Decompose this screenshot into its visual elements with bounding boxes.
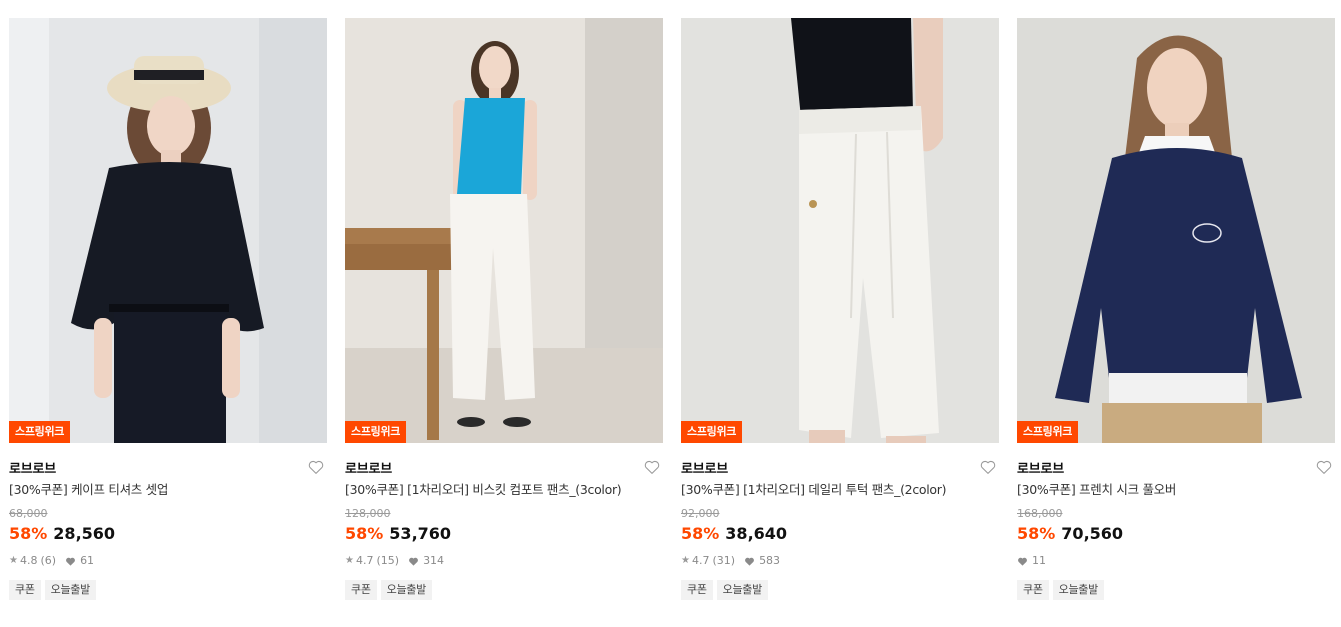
product-name[interactable]: [30%쿠폰] [1차리오더] 데일리 투턱 팬츠_(2color) bbox=[681, 481, 999, 499]
original-price: 168,000 bbox=[1017, 507, 1063, 520]
sale-price: 70,560 bbox=[1061, 524, 1124, 543]
product-meta: ★ 4.8 (6) 61 bbox=[9, 554, 327, 568]
heart-outline-icon[interactable] bbox=[643, 458, 661, 476]
brand-name[interactable]: 로브로브 bbox=[9, 462, 56, 477]
product-photo bbox=[345, 18, 663, 443]
product-photo bbox=[1017, 18, 1335, 443]
rating-value: 4.8 bbox=[19, 554, 38, 567]
heart-outline-icon[interactable] bbox=[1315, 458, 1333, 476]
heart-filled-icon bbox=[409, 557, 418, 566]
original-price: 68,000 bbox=[9, 507, 48, 520]
sale-price: 53,760 bbox=[389, 524, 452, 543]
product-card[interactable]: 스프링위크 로브로브 [30%쿠폰] [1차리오더] 데일리 투턱 팬츠_(2c… bbox=[681, 18, 999, 600]
star-icon: ★ bbox=[9, 555, 18, 566]
discount-rate: 58% bbox=[1017, 524, 1056, 543]
discount-rate: 58% bbox=[9, 524, 48, 543]
review-count: (6) bbox=[40, 554, 57, 567]
tag-list: 쿠폰 오늘출발 bbox=[1017, 580, 1335, 600]
product-name[interactable]: [30%쿠폰] [1차리오더] 비스킷 컴포트 팬츠_(3color) bbox=[345, 481, 663, 499]
product-meta: ★ 4.7 (15) 314 bbox=[345, 554, 663, 568]
original-price: 128,000 bbox=[345, 507, 391, 520]
sale-price: 38,640 bbox=[725, 524, 788, 543]
heart-filled-icon bbox=[745, 557, 754, 566]
product-name[interactable]: [30%쿠폰] 케이프 티셔츠 셋업 bbox=[9, 481, 327, 499]
tag-list: 쿠폰 오늘출발 bbox=[345, 580, 663, 600]
heart-filled-icon bbox=[66, 557, 75, 566]
promo-badge: 스프링위크 bbox=[681, 421, 743, 443]
like-count: 11 bbox=[1032, 554, 1046, 567]
brand-name[interactable]: 로브로브 bbox=[681, 462, 728, 477]
product-card[interactable]: 스프링위크 로브로브 [30%쿠폰] 프렌치 시크 풀오버 168,000 58… bbox=[1017, 18, 1335, 600]
brand-name[interactable]: 로브로브 bbox=[1017, 462, 1064, 477]
product-image[interactable]: 스프링위크 bbox=[1017, 18, 1335, 443]
heart-outline-icon[interactable] bbox=[979, 458, 997, 476]
like-count: 583 bbox=[759, 554, 781, 567]
brand-name[interactable]: 로브로브 bbox=[345, 462, 392, 477]
review-count: (15) bbox=[376, 554, 400, 567]
product-card[interactable]: 스프링위크 로브로브 [30%쿠폰] [1차리오더] 비스킷 컴포트 팬츠_(3… bbox=[345, 18, 663, 600]
review-count: (31) bbox=[712, 554, 736, 567]
original-price: 92,000 bbox=[681, 507, 720, 520]
tag-coupon: 쿠폰 bbox=[345, 580, 377, 600]
product-photo bbox=[681, 18, 999, 443]
heart-filled-icon bbox=[1018, 557, 1027, 566]
product-image[interactable]: 스프링위크 bbox=[9, 18, 327, 443]
product-meta: ★ 4.7 (31) 583 bbox=[681, 554, 999, 568]
tag-today-shipping: 오늘출발 bbox=[380, 580, 432, 600]
promo-badge: 스프링위크 bbox=[345, 421, 407, 443]
product-card[interactable]: 스프링위크 로브로브 [30%쿠폰] 케이프 티셔츠 셋업 68,000 58%… bbox=[9, 18, 327, 600]
tag-list: 쿠폰 오늘출발 bbox=[9, 580, 327, 600]
product-image[interactable]: 스프링위크 bbox=[345, 18, 663, 443]
discount-rate: 58% bbox=[345, 524, 384, 543]
promo-badge: 스프링위크 bbox=[1017, 421, 1079, 443]
tag-today-shipping: 오늘출발 bbox=[716, 580, 768, 600]
star-icon: ★ bbox=[345, 555, 354, 566]
rating-value: 4.7 bbox=[691, 554, 710, 567]
tag-coupon: 쿠폰 bbox=[681, 580, 713, 600]
discount-rate: 58% bbox=[681, 524, 720, 543]
sale-price: 28,560 bbox=[53, 524, 116, 543]
tag-today-shipping: 오늘출발 bbox=[1052, 580, 1104, 600]
promo-badge: 스프링위크 bbox=[9, 421, 71, 443]
star-icon: ★ bbox=[681, 555, 690, 566]
tag-list: 쿠폰 오늘출발 bbox=[681, 580, 999, 600]
tag-today-shipping: 오늘출발 bbox=[44, 580, 96, 600]
product-photo bbox=[9, 18, 327, 443]
product-image[interactable]: 스프링위크 bbox=[681, 18, 999, 443]
heart-outline-icon[interactable] bbox=[307, 458, 325, 476]
tag-coupon: 쿠폰 bbox=[9, 580, 41, 600]
tag-coupon: 쿠폰 bbox=[1017, 580, 1049, 600]
like-count: 61 bbox=[80, 554, 95, 567]
product-grid: 스프링위크 로브로브 [30%쿠폰] 케이프 티셔츠 셋업 68,000 58%… bbox=[0, 0, 1341, 627]
product-meta: 11 bbox=[1017, 554, 1335, 568]
like-count: 314 bbox=[423, 554, 445, 567]
rating-value: 4.7 bbox=[355, 554, 374, 567]
product-name[interactable]: [30%쿠폰] 프렌치 시크 풀오버 bbox=[1017, 481, 1335, 499]
